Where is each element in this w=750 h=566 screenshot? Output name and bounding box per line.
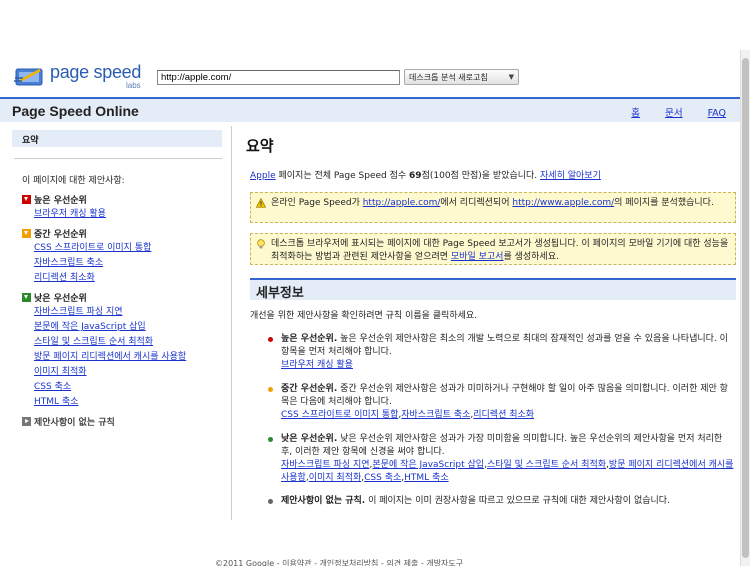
details-intro: 개선을 위한 제안사항을 확인하려면 규칙 이름을 클릭하세요. — [250, 311, 478, 321]
sidebar-group-none: 제안사항이 없는 규칙 — [12, 415, 222, 428]
site-link[interactable]: Apple — [250, 171, 276, 181]
logo-wordmark: page speed — [50, 62, 142, 82]
analyze-dropdown-button[interactable]: 데스크톱 분석 새로고침 ▼ — [404, 69, 519, 85]
warning-icon — [256, 198, 266, 208]
rule-link-leverage-caching[interactable]: 브라우저 캐싱 활용 — [281, 360, 353, 370]
rule-link-minify-js[interactable]: 자바스크립트 축소 — [401, 410, 470, 420]
sidebar-item-cacheable-redirects[interactable]: 방문 페이지 리디렉션에서 캐시를 사용함 — [34, 351, 222, 363]
logo-subtext: labs — [126, 81, 141, 90]
page-title: Page Speed Online — [12, 103, 139, 119]
rule-link-defer-js[interactable]: 자바스크립트 파싱 지연 — [281, 460, 370, 470]
priority-description: 낮은 우선순위 제안사항은 성과가 가장 미미함을 의미합니다. 높은 우선순위… — [281, 434, 723, 457]
rule-link-minimize-redirects[interactable]: 리디렉션 최소화 — [473, 410, 534, 420]
sidebar-item-order-scripts[interactable]: 스타일 및 스크립트 순서 최적화 — [34, 336, 222, 348]
sidebar-group-low: 낮은 우선순위 자바스크립트 파싱 지연 본문에 작은 JavaScript 삽… — [12, 291, 222, 408]
scrollbar-thumb[interactable] — [742, 58, 749, 558]
score-value: 69 — [409, 171, 422, 181]
priority-low-block: 낮은 우선순위. 낮은 우선순위 제안사항은 성과가 가장 미미함을 의미합니다… — [268, 433, 736, 485]
gray-bullet-icon — [268, 499, 273, 504]
priority-description: 중간 우선순위 제안사항은 성과가 미미하거나 구현해야 할 일이 아주 많음을… — [281, 384, 728, 407]
rule-link-inline-js[interactable]: 본문에 작은 JavaScript 삽입 — [372, 460, 484, 470]
sidebar-group-title[interactable]: 낮은 우선순위 — [22, 291, 222, 304]
green-bullet-icon — [268, 437, 273, 442]
sidebar-group-label: 중간 우선순위 — [34, 230, 87, 240]
redirect-warning: 온라인 Page Speed가 http://apple.com/에서 리디렉션… — [250, 192, 736, 223]
redirected-url-link[interactable]: http://www.apple.com/ — [512, 198, 614, 208]
score-text: 페이지는 전체 Page Speed 점수 — [275, 171, 410, 181]
priority-label: 중간 우선순위. — [281, 384, 338, 394]
sidebar-item-minify-js[interactable]: 자바스크립트 축소 — [34, 257, 222, 269]
sidebar-item-optimize-images[interactable]: 이미지 최적화 — [34, 366, 222, 378]
sidebar-heading: 이 페이지에 대한 제안사항: — [22, 176, 125, 186]
nav-link-faq[interactable]: FAQ — [708, 108, 726, 119]
mobile-report-link[interactable]: 모바일 보고서 — [451, 252, 504, 262]
sidebar-group-medium: 중간 우선순위 CSS 스프라이트로 이미지 통합 자바스크립트 축소 리디렉션… — [12, 227, 222, 284]
chevron-down-icon: ▼ — [508, 73, 514, 81]
sidebar-group-title[interactable]: 중간 우선순위 — [22, 227, 222, 240]
priority-none-block: 제안사항이 없는 규칙. 이 페이지는 이미 권장사항을 따르고 있으므로 규칙… — [268, 495, 736, 508]
sidebar-item-leverage-caching[interactable]: 브라우저 캐싱 활용 — [34, 208, 222, 220]
mobile-report-tip: 데스크톱 브라우저에 표시되는 페이지에 대한 Page Speed 보고서가 … — [250, 233, 736, 265]
priority-label: 제안사항이 없는 규칙. — [281, 496, 366, 506]
notice-text: 의 페이지를 분석했습니다. — [614, 198, 714, 208]
main-content: 요약 Apple 페이지는 전체 Page Speed 점수 69점(100점 … — [242, 126, 736, 508]
original-url-link[interactable]: http://apple.com/ — [363, 198, 441, 208]
sidebar-group-title[interactable]: 높은 우선순위 — [22, 193, 222, 206]
priority-label: 높은 우선순위. — [281, 334, 338, 344]
summary-title: 요약 — [246, 137, 274, 155]
rule-link-minify-css[interactable]: CSS 축소 — [364, 473, 401, 483]
priority-medium-block: 중간 우선순위. 중간 우선순위 제안사항은 성과가 미미하거나 구현해야 할 … — [268, 383, 736, 422]
nav-link-docs[interactable]: 문서 — [665, 108, 682, 119]
red-bullet-icon — [268, 337, 273, 342]
learn-more-link[interactable]: 자세히 알아보기 — [540, 171, 601, 181]
sidebar-item-minify-css[interactable]: CSS 축소 — [34, 381, 222, 393]
sidebar-divider — [14, 158, 222, 159]
notice-text: 를 생성하세요. — [503, 252, 559, 262]
top-navbar: Page Speed Online 홈 문서 FAQ — [0, 97, 740, 122]
sidebar-group-title[interactable]: 제안사항이 없는 규칙 — [22, 415, 222, 428]
expand-triangle-icon — [22, 293, 31, 302]
notice-text: 온라인 Page Speed가 — [271, 198, 363, 208]
url-input[interactable] — [157, 70, 400, 85]
sidebar: 요약 이 페이지에 대한 제안사항: 높은 우선순위 브라우저 캐싱 활용 중간… — [12, 130, 222, 428]
lightbulb-icon — [257, 239, 265, 249]
priority-high-block: 높은 우선순위. 높은 우선순위 제안사항은 최소의 개발 노력으로 최대의 잠… — [268, 333, 736, 372]
page-speed-logo[interactable]: page speed labs — [14, 62, 149, 92]
priority-description: 높은 우선순위 제안사항은 최소의 개발 노력으로 최대의 잠재적인 성과를 얻… — [281, 334, 728, 357]
sidebar-item-minify-html[interactable]: HTML 축소 — [34, 396, 222, 408]
column-divider — [231, 126, 232, 520]
nav-link-home[interactable]: 홈 — [631, 108, 640, 119]
sidebar-group-label: 높은 우선순위 — [34, 196, 87, 206]
priority-label: 낮은 우선순위. — [281, 434, 338, 444]
rule-link-order-scripts[interactable]: 스타일 및 스크립트 순서 최적화 — [487, 460, 606, 470]
sidebar-group-high: 높은 우선순위 브라우저 캐싱 활용 — [12, 193, 222, 220]
sidebar-item-defer-js[interactable]: 자바스크립트 파싱 지연 — [34, 306, 222, 318]
rule-link-optimize-images[interactable]: 이미지 최적화 — [309, 473, 362, 483]
notice-text: 에서 리디렉션되어 — [440, 198, 513, 208]
collapsed-triangle-icon — [22, 417, 31, 426]
expand-triangle-icon — [22, 195, 31, 204]
expand-triangle-icon — [22, 229, 31, 238]
sidebar-item-summary[interactable]: 요약 — [12, 130, 222, 147]
score-text: 점(100점 만점)을 받았습니다. — [421, 171, 541, 181]
orange-bullet-icon — [268, 387, 273, 392]
sidebar-item-minimize-redirects[interactable]: 리디렉션 최소화 — [34, 272, 222, 284]
details-heading: 세부정보 — [250, 278, 736, 301]
analyze-button-label: 데스크톱 분석 새로고침 — [409, 73, 488, 82]
page-speed-logo-icon — [14, 68, 43, 86]
sidebar-item-inline-js[interactable]: 본문에 작은 JavaScript 삽입 — [34, 321, 222, 333]
footer-links[interactable]: ©2011 Google - 이용약관 - 개인정보처리방침 - 의견 제출 -… — [215, 558, 463, 566]
rule-link-css-sprites[interactable]: CSS 스프라이트로 이미지 통합 — [281, 410, 398, 420]
rule-link-minify-html[interactable]: HTML 축소 — [404, 473, 448, 483]
sidebar-group-label: 낮은 우선순위 — [34, 294, 87, 304]
nav-links: 홈 문서 FAQ — [609, 105, 726, 119]
sidebar-item-css-sprites[interactable]: CSS 스프라이트로 이미지 통합 — [34, 242, 222, 254]
page-scrollbar[interactable] — [740, 50, 750, 566]
score-line: Apple 페이지는 전체 Page Speed 점수 69점(100점 만점)… — [250, 168, 736, 181]
priority-description: 이 페이지는 이미 권장사항을 따르고 있으므로 규칙에 대한 제안사항이 없습… — [365, 496, 670, 506]
sidebar-group-label: 제안사항이 없는 규칙 — [34, 418, 115, 428]
